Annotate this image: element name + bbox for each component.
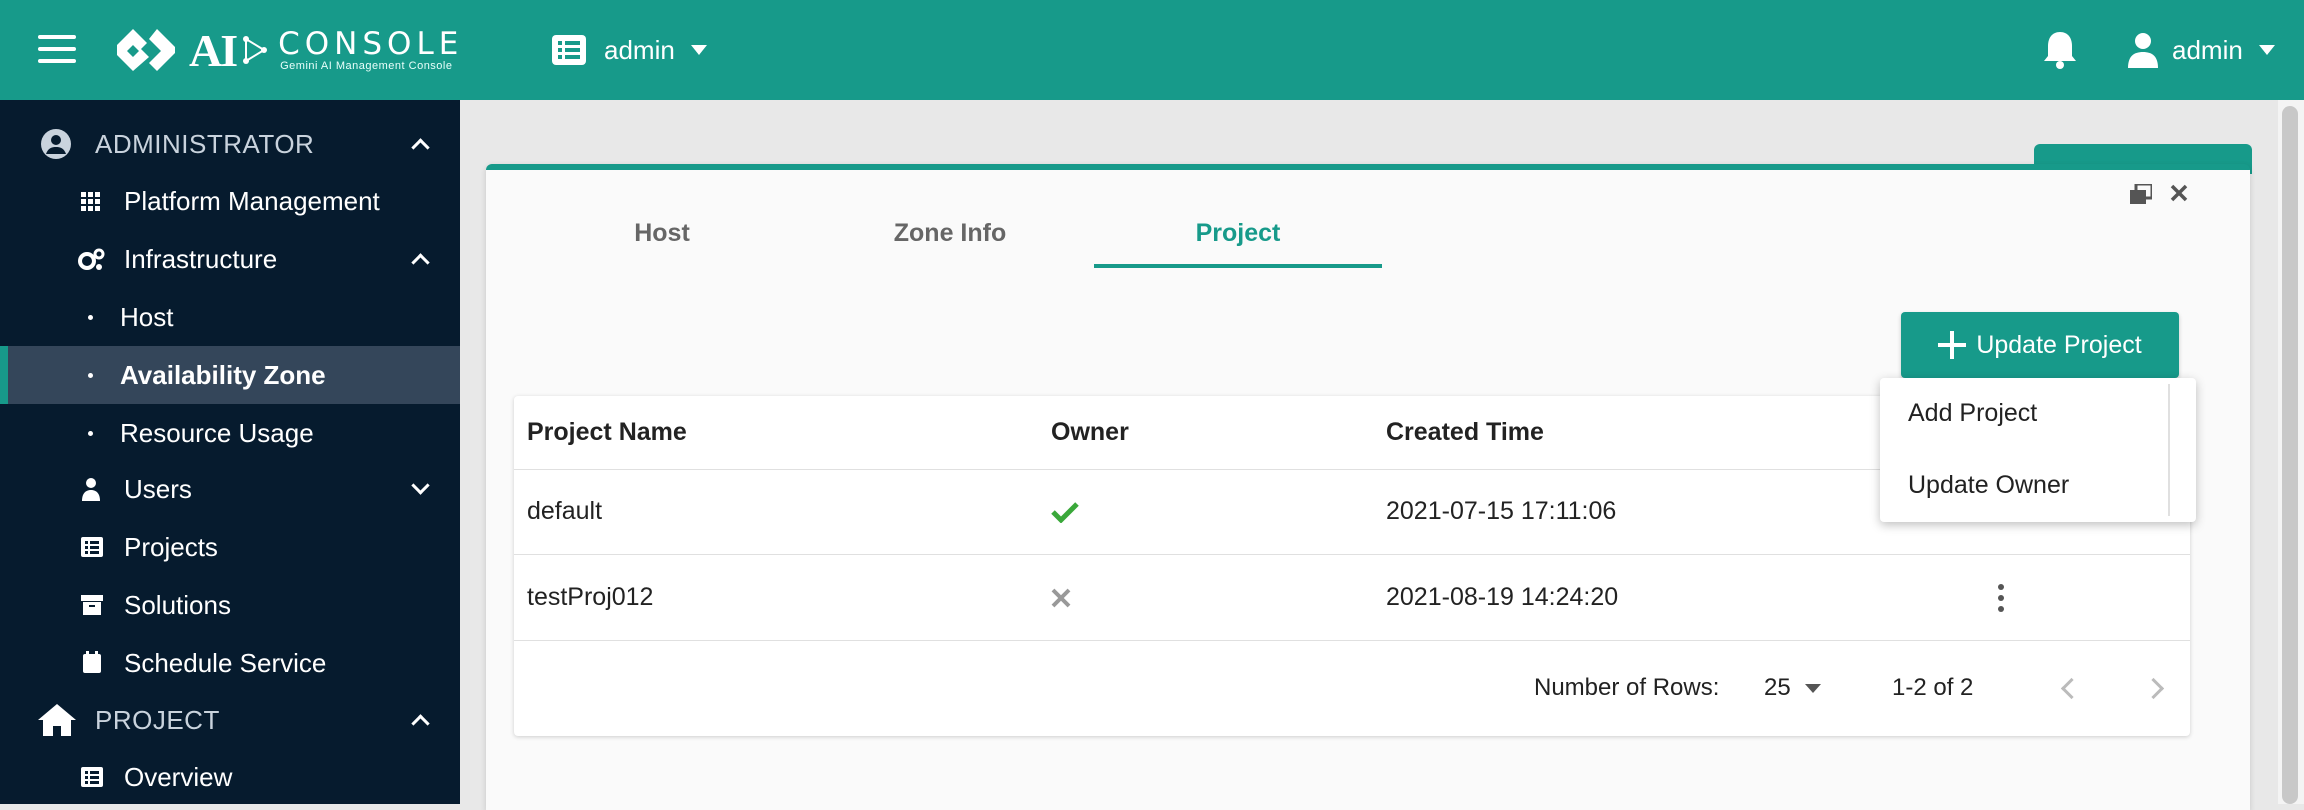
- created-time-cell: 2021-07-15 17:11:06: [1386, 497, 1617, 525]
- menu-icon[interactable]: [38, 35, 76, 65]
- top-bar: AI CONSOLE Gemini AI Management Console …: [0, 0, 2304, 100]
- rows-per-page-select[interactable]: 25: [1764, 640, 1821, 736]
- previous-page-icon[interactable]: [2060, 640, 2083, 736]
- panel-tabs: Host Zone Info Project: [518, 198, 1382, 268]
- logo-network-icon: [243, 36, 268, 64]
- chevron-down-icon: [411, 476, 430, 495]
- bullet-icon: [88, 373, 93, 378]
- sidebar-section-label: ADMINISTRATOR: [95, 128, 315, 159]
- project-switcher[interactable]: admin: [552, 30, 707, 70]
- user-name: admin: [2172, 34, 2243, 65]
- sidebar-item-platform-management[interactable]: Platform Management: [0, 172, 460, 230]
- sidebar-item-users[interactable]: Users: [0, 460, 460, 518]
- calendar-icon: [83, 651, 101, 673]
- project-name-cell: default: [527, 497, 603, 525]
- cogs-icon: [78, 248, 105, 270]
- user-menu[interactable]: admin: [2128, 28, 2275, 72]
- chevron-down-icon: [2258, 45, 2275, 55]
- logo-console-text: CONSOLE: [278, 26, 464, 62]
- dropdown-divider: [2168, 384, 2170, 516]
- sidebar-item-host[interactable]: Host: [0, 288, 460, 346]
- user-icon: [2128, 33, 2158, 68]
- update-project-label: Update Project: [1976, 330, 2142, 359]
- column-header-created-time[interactable]: Created Time: [1386, 396, 1544, 469]
- sidebar-item-label: Solutions: [124, 589, 231, 620]
- rows-per-page-label: Number of Rows:: [1534, 674, 1720, 701]
- owner-cross-icon: [1051, 555, 1071, 640]
- logo-diamond-icon: [117, 29, 175, 71]
- user-icon: [82, 478, 100, 501]
- tab-host[interactable]: Host: [518, 198, 806, 268]
- archive-icon: [81, 595, 103, 615]
- sidebar-section-administrator[interactable]: ADMINISTRATOR: [0, 115, 460, 173]
- sidebar-item-label: Projects: [124, 531, 218, 562]
- sidebar-item-resource-usage[interactable]: Resource Usage: [0, 404, 460, 462]
- next-page-icon[interactable]: [2142, 640, 2165, 736]
- close-icon[interactable]: [2170, 184, 2188, 202]
- chevron-up-icon: [411, 138, 430, 157]
- sidebar-item-label: Availability Zone: [120, 359, 326, 390]
- tab-zone-info[interactable]: Zone Info: [806, 198, 1094, 268]
- logo-subtitle: Gemini AI Management Console: [280, 60, 453, 72]
- sidebar-item-label: Schedule Service: [124, 647, 327, 678]
- sidebar-item-label: Overview: [124, 761, 233, 792]
- row-actions-icon[interactable]: [1998, 555, 2004, 640]
- app-logo[interactable]: AI CONSOLE Gemini AI Management Console: [115, 24, 463, 76]
- bullet-icon: [88, 315, 93, 320]
- page-scrollbar[interactable]: [2278, 100, 2304, 804]
- project-switcher-label: admin: [604, 34, 675, 65]
- user-circle-icon: [41, 129, 71, 159]
- sidebar-item-label: Host: [120, 301, 174, 332]
- project-name-cell: testProj012: [527, 583, 654, 611]
- column-header-project-name[interactable]: Project Name: [527, 396, 687, 469]
- sidebar-item-label: Infrastructure: [124, 243, 278, 274]
- update-project-dropdown: Add Project Update Owner: [1880, 378, 2196, 522]
- sidebar: ADMINISTRATOR Platform Management Infras…: [0, 100, 460, 804]
- sidebar-item-overview[interactable]: Overview: [0, 748, 460, 806]
- sidebar-item-projects[interactable]: Projects: [0, 518, 460, 576]
- logo-ai-text: AI: [189, 24, 238, 76]
- created-time-cell: 2021-08-19 14:24:20: [1386, 583, 1619, 611]
- chevron-up-icon: [411, 714, 430, 733]
- sidebar-section-label: PROJECT: [95, 704, 220, 735]
- column-header-owner[interactable]: Owner: [1051, 396, 1129, 469]
- sidebar-item-infrastructure[interactable]: Infrastructure: [0, 230, 460, 288]
- menu-item-add-project[interactable]: Add Project: [1880, 378, 2170, 448]
- sidebar-section-project[interactable]: PROJECT: [0, 691, 460, 749]
- list-icon: [552, 35, 586, 65]
- sidebar-item-availability-zone[interactable]: Availability Zone: [0, 346, 460, 404]
- bell-icon[interactable]: [2042, 30, 2078, 75]
- sidebar-item-label: Platform Management: [124, 185, 380, 216]
- pagination-range: 1-2 of 2: [1892, 674, 1974, 701]
- home-icon: [38, 704, 76, 736]
- restore-window-icon[interactable]: [2130, 184, 2152, 204]
- sidebar-item-label: Resource Usage: [120, 417, 314, 448]
- grid-icon: [81, 192, 100, 211]
- owner-check-icon: [1051, 469, 1079, 554]
- rows-per-page-value: 25: [1764, 674, 1791, 701]
- sidebar-item-schedule-service[interactable]: Schedule Service: [0, 634, 460, 692]
- chevron-down-icon: [1804, 683, 1821, 693]
- chevron-down-icon: [690, 45, 707, 55]
- sidebar-item-label: Users: [124, 473, 192, 504]
- menu-item-update-owner[interactable]: Update Owner: [1880, 450, 2170, 520]
- list-icon: [81, 537, 103, 557]
- update-project-button[interactable]: Update Project: [1901, 312, 2179, 378]
- table-footer: Number of Rows: 25 1-2 of 2: [514, 640, 2190, 736]
- list-icon: [81, 767, 103, 787]
- bullet-icon: [88, 431, 93, 436]
- sidebar-item-solutions[interactable]: Solutions: [0, 576, 460, 634]
- chevron-up-icon: [411, 253, 430, 272]
- panel-window-controls: [2130, 184, 2188, 204]
- scrollbar-thumb[interactable]: [2282, 106, 2298, 804]
- tab-project[interactable]: Project: [1094, 198, 1382, 268]
- plus-icon: [1938, 331, 1967, 359]
- table-row[interactable]: testProj012 2021-08-19 14:24:20: [514, 555, 2190, 641]
